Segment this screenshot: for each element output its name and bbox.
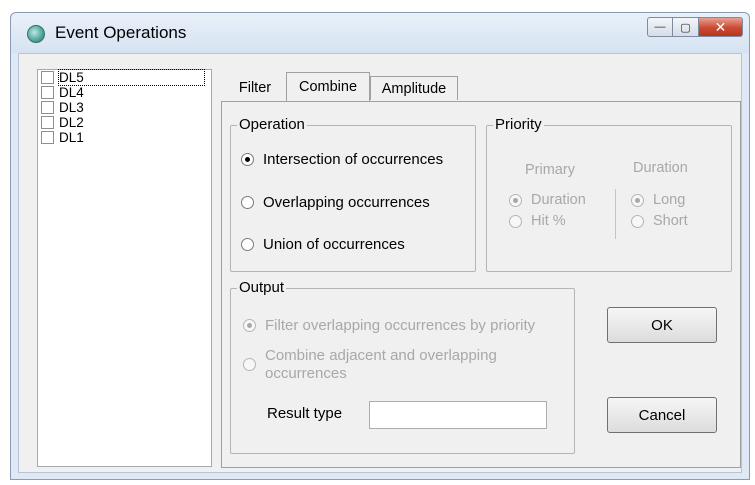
window-title: Event Operations [55, 23, 187, 42]
minimize-icon: — [654, 21, 666, 33]
list-item-checkbox[interactable] [41, 71, 54, 84]
radio-filter-by-priority[interactable]: Filter overlapping occurrences by priori… [243, 317, 535, 334]
radio-button[interactable] [243, 319, 256, 332]
window-controls: — ▢ ✕ [647, 17, 743, 37]
radio-button[interactable] [241, 196, 254, 209]
maximize-button[interactable]: ▢ [673, 17, 699, 37]
radio-button[interactable] [243, 358, 256, 371]
radio-label: Filter overlapping occurrences by priori… [265, 317, 536, 334]
radio-label: Hit % [531, 213, 566, 229]
maximize-icon: ▢ [680, 21, 691, 34]
radio-label-line1: Combine adjacent and overlapping [265, 347, 497, 364]
radio-button[interactable] [631, 214, 644, 228]
radio-label: Duration [531, 192, 586, 208]
primary-header: Primary [525, 162, 575, 178]
radio-label: Intersection of occurrences [263, 151, 444, 168]
radio-intersection[interactable]: Intersection of occurrences [241, 151, 443, 168]
list-item-label: DL3 [59, 100, 84, 115]
close-icon: ✕ [714, 18, 727, 35]
radio-label: Union of occurrences [263, 236, 405, 253]
radio-label: Long [653, 192, 686, 208]
radio-label-line2: occurrences [265, 365, 347, 382]
minimize-button[interactable]: — [647, 17, 673, 37]
radio-union[interactable]: Union of occurrences [241, 236, 405, 253]
list-item-checkbox[interactable] [41, 131, 54, 144]
radio-button[interactable] [509, 193, 522, 207]
list-item-dl2[interactable]: DL2 [38, 115, 211, 130]
priority-separator [615, 189, 616, 239]
tab-filter[interactable]: Filter [224, 76, 286, 100]
event-operations-window: Event Operations — ▢ ✕ DL5 DL4 DL3 DL2 D… [10, 12, 750, 480]
priority-group: Priority Primary Duration Duration Hit %… [486, 116, 732, 272]
operation-group: Operation Intersection of occurrences Ov… [230, 116, 476, 272]
radio-button[interactable] [241, 153, 254, 166]
list-item-checkbox[interactable] [41, 86, 54, 99]
tab-amplitude[interactable]: Amplitude [370, 76, 458, 100]
list-item-dl5[interactable]: DL5 [38, 69, 211, 86]
ok-button[interactable]: OK [607, 307, 717, 343]
list-item-dl3[interactable]: DL3 [38, 100, 211, 115]
list-item-label: DL5 [58, 69, 205, 86]
list-item-label: DL4 [59, 85, 84, 100]
list-item-dl1[interactable]: DL1 [38, 130, 211, 145]
operation-group-title: Operation [237, 116, 307, 133]
app-globe-icon [27, 25, 45, 43]
tab-combine[interactable]: Combine [286, 72, 370, 101]
priority-group-title: Priority [493, 116, 544, 133]
list-item-label: DL1 [59, 130, 84, 145]
dialog-client-area: DL5 DL4 DL3 DL2 DL1 Filter Combine Ampli [18, 53, 742, 473]
radio-combine-adjacent[interactable]: Combine adjacent and overlapping occurre… [243, 347, 497, 383]
title-bar[interactable]: Event Operations — ▢ ✕ [11, 13, 749, 53]
list-item-dl4[interactable]: DL4 [38, 85, 211, 100]
duration-header: Duration [633, 160, 688, 176]
radio-button[interactable] [241, 238, 254, 251]
radio-duration-long[interactable]: Long [631, 192, 685, 208]
list-item-checkbox[interactable] [41, 101, 54, 114]
radio-overlapping[interactable]: Overlapping occurrences [241, 194, 430, 211]
result-type-label: Result type [267, 405, 343, 422]
list-item-label: DL2 [59, 115, 84, 130]
list-item-checkbox[interactable] [41, 116, 54, 129]
output-group-title: Output [237, 279, 287, 296]
radio-label: Short [653, 213, 688, 229]
radio-button[interactable] [509, 214, 522, 228]
radio-label: Combine adjacent and overlapping occurre… [265, 347, 497, 383]
radio-duration-short[interactable]: Short [631, 213, 688, 229]
close-button[interactable]: ✕ [699, 17, 743, 37]
result-type-input[interactable] [369, 401, 547, 429]
combine-tab-panel: Operation Intersection of occurrences Ov… [221, 101, 741, 468]
radio-primary-duration[interactable]: Duration [509, 192, 586, 208]
output-group: Output Filter overlapping occurrences by… [230, 279, 575, 454]
data-layer-list[interactable]: DL5 DL4 DL3 DL2 DL1 [37, 69, 212, 467]
radio-label: Overlapping occurrences [263, 194, 430, 211]
cancel-button[interactable]: Cancel [607, 397, 717, 433]
radio-primary-hit[interactable]: Hit % [509, 213, 566, 229]
radio-button[interactable] [631, 193, 644, 207]
